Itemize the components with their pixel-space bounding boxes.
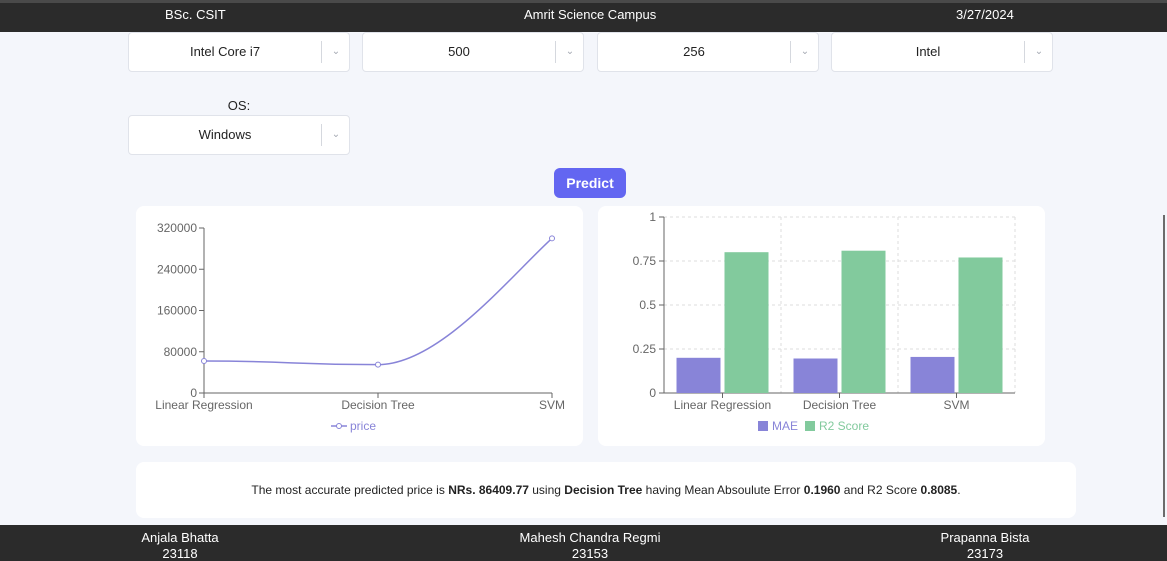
ram-select[interactable]: 256 ⌄	[597, 32, 819, 72]
mae-bar[interactable]	[910, 356, 955, 393]
x-tick-label: Linear Regression	[155, 398, 252, 412]
member-name: Mahesh Chandra Regmi	[519, 530, 661, 545]
gpu-value: Intel	[915, 44, 941, 59]
x-tick-label: Decision Tree	[803, 398, 877, 412]
x-tick-label: SVM	[539, 398, 565, 412]
x-tick-label: SVM	[943, 398, 969, 412]
chevron-down-icon: ⌄	[1034, 46, 1044, 57]
result-r2: 0.8085	[920, 483, 958, 497]
price-chart-card: 0 80000 160000 240000 320000 Linear Regressio…	[136, 206, 583, 446]
metrics-chart-card: 0 0.25 0.5 0.75 1 Linear Regression Decision T…	[598, 206, 1045, 446]
result-mae: 0.1960	[803, 483, 841, 497]
storage-value: 500	[448, 44, 470, 59]
line-legend: price	[331, 419, 376, 433]
member-name: Prapanna Bista	[940, 530, 1030, 545]
result-model: Decision Tree	[564, 483, 643, 497]
predict-button[interactable]: Predict	[554, 168, 626, 198]
price-series-line	[203, 237, 553, 366]
r2-bar[interactable]	[958, 257, 1003, 393]
y-tick-label: 0.75	[633, 254, 657, 268]
os-select[interactable]: Windows ⌄	[128, 115, 350, 155]
r2-bar[interactable]	[841, 250, 886, 393]
x-tick-label: Decision Tree	[341, 398, 415, 412]
result-text: having Mean Absoulute Error	[642, 483, 804, 497]
y-tick-label: 80000	[164, 345, 198, 359]
processor-value: Intel Core i7	[189, 44, 261, 59]
member-id: 23118	[162, 546, 198, 561]
x-tick-label: Linear Regression	[674, 398, 771, 412]
bar-legend-mae: MAE	[772, 419, 798, 433]
r2-bar[interactable]	[724, 252, 769, 393]
team-member: Prapanna Bista 23173	[915, 530, 1055, 561]
result-text: .	[957, 483, 961, 497]
result-price: NRs. 86409.77	[448, 483, 529, 497]
ram-value: 256	[683, 44, 705, 59]
chevron-down-icon: ⌄	[800, 46, 810, 57]
result-text: and R2 Score	[840, 483, 921, 497]
member-id: 23153	[571, 546, 609, 561]
price-line-chart: 080000160000240000320000Linear Regressio…	[155, 221, 565, 433]
y-tick-label: 240000	[157, 262, 197, 276]
footer-bar: Anjala Bhatta 23118 Mahesh Chandra Regmi…	[0, 525, 1167, 561]
date-label: 3/27/2024	[956, 7, 1014, 22]
storage-select[interactable]: 500 ⌄	[362, 32, 584, 72]
member-id: 23173	[966, 546, 1004, 561]
y-tick-label: 0.5	[639, 298, 656, 312]
result-text: using	[528, 483, 565, 497]
metrics-bar-chart: 0 0.25 0.5 0.75 1 Linear Regression Decision T…	[633, 210, 1016, 433]
bar-legend: MAE R2 Score	[758, 419, 869, 433]
processor-select[interactable]: Intel Core i7 ⌄	[128, 32, 350, 72]
bar-legend-r2: R2 Score	[819, 419, 869, 433]
prediction-result: The most accurate predicted price is NRs…	[136, 462, 1076, 518]
result-text: The most accurate predicted price is	[251, 483, 449, 497]
line-legend-label: price	[350, 419, 376, 433]
member-name: Anjala Bhatta	[141, 530, 219, 545]
header-bar: BSc. CSIT Amrit Science Campus 3/27/2024	[0, 0, 1167, 32]
y-tick-label: 320000	[157, 221, 197, 235]
price-point[interactable]	[201, 358, 207, 365]
chevron-down-icon: ⌄	[331, 129, 341, 140]
campus-label: Amrit Science Campus	[524, 7, 657, 22]
os-label: OS:	[227, 98, 251, 113]
y-tick-label: 1	[649, 210, 656, 224]
chevron-down-icon: ⌄	[565, 46, 575, 57]
y-tick-label: 160000	[157, 304, 197, 318]
gpu-select[interactable]: Intel ⌄	[831, 32, 1053, 72]
os-value: Windows	[198, 127, 252, 142]
chevron-down-icon: ⌄	[331, 46, 341, 57]
mae-bar[interactable]	[676, 357, 721, 393]
team-member: Mahesh Chandra Regmi 23153	[495, 530, 685, 561]
y-tick-label: 0.25	[633, 342, 657, 356]
program-label: BSc. CSIT	[165, 7, 226, 22]
scrollbar[interactable]	[1163, 215, 1165, 517]
price-point[interactable]	[375, 361, 381, 368]
team-member: Anjala Bhatta 23118	[120, 530, 240, 561]
mae-bar[interactable]	[793, 358, 838, 393]
y-tick-label: 0	[649, 386, 656, 400]
price-point[interactable]	[549, 235, 555, 242]
